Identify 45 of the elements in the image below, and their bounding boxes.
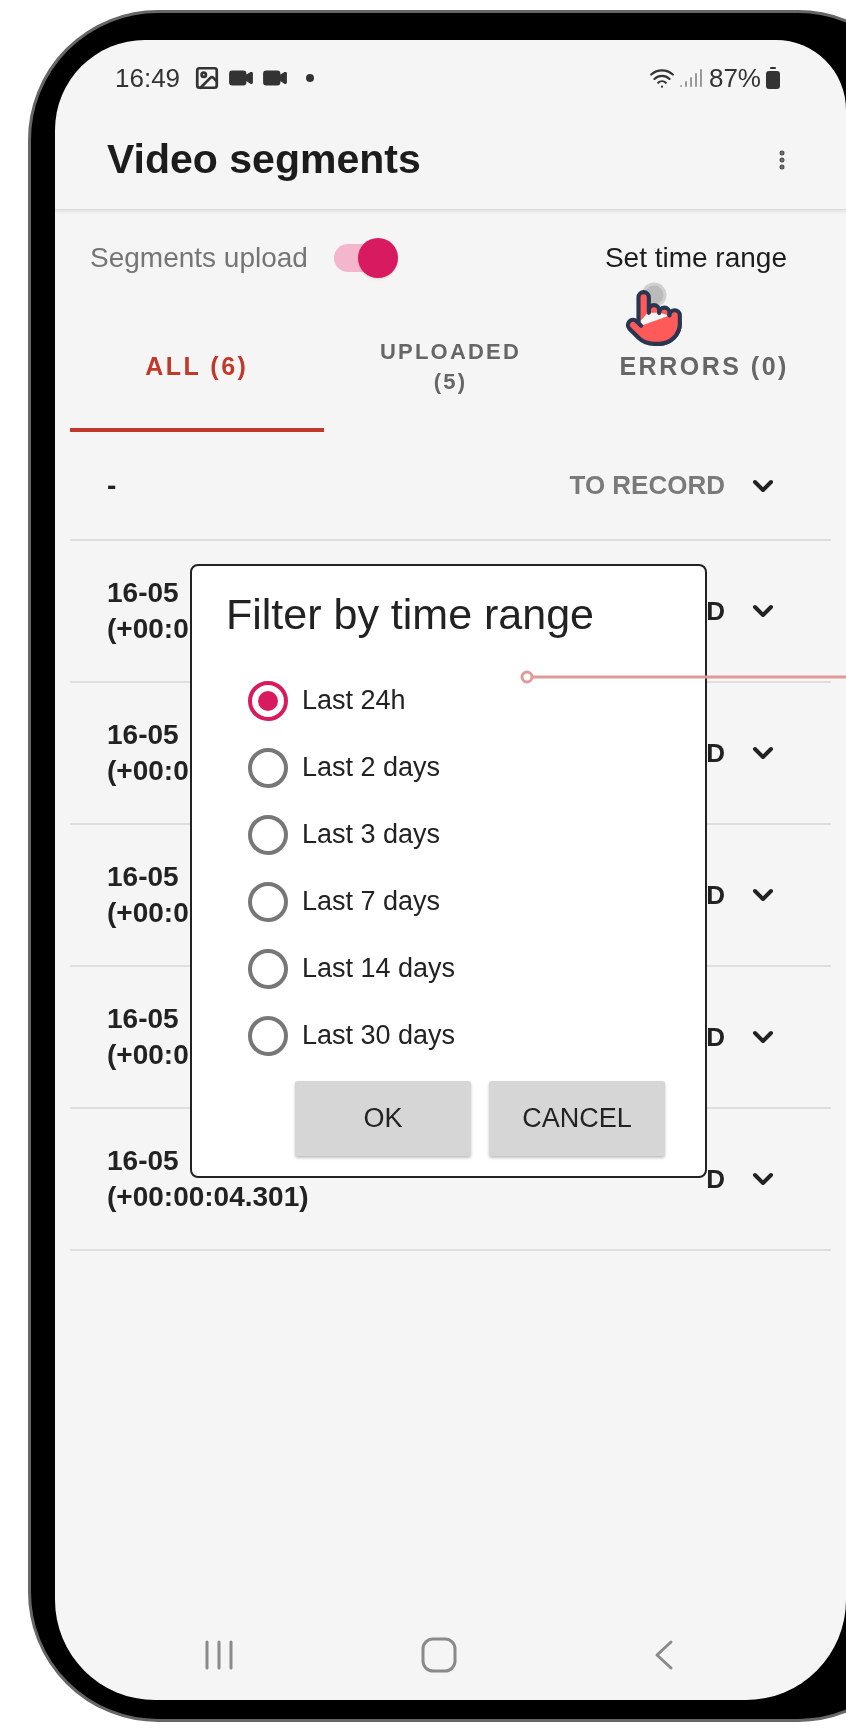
segment-text: 16-05 bbox=[107, 1002, 179, 1036]
segment-status: TO RECORD bbox=[569, 469, 725, 502]
recent-apps-icon[interactable] bbox=[203, 1639, 235, 1671]
segment-text: (+00:0 bbox=[107, 896, 189, 930]
segment-text: 16-05 bbox=[107, 1144, 179, 1178]
radio-button[interactable] bbox=[248, 680, 288, 721]
home-icon[interactable] bbox=[421, 1637, 457, 1673]
upload-label: Segments upload bbox=[90, 241, 308, 275]
radio-button[interactable] bbox=[248, 814, 288, 855]
time-range-option[interactable]: Last 7 days bbox=[248, 868, 441, 935]
segment-status: D bbox=[706, 1020, 725, 1054]
time-range-option[interactable]: Last 24h bbox=[248, 667, 406, 734]
segment-text: 16-05 bbox=[107, 860, 179, 894]
back-icon[interactable] bbox=[653, 1639, 675, 1671]
segment-status: D bbox=[706, 878, 725, 912]
time-range-option[interactable]: Last 14 days bbox=[248, 935, 456, 1002]
radio-button[interactable] bbox=[248, 747, 288, 788]
tab[interactable]: UPLOADED (5) bbox=[323, 306, 578, 432]
time-range-option[interactable]: Last 30 days bbox=[248, 1002, 456, 1069]
time-range-option[interactable]: Last 2 days bbox=[248, 734, 441, 801]
segment-text: - bbox=[107, 468, 117, 503]
segment-status: D bbox=[706, 1162, 725, 1196]
segment-text: (+00:00:04.301) bbox=[107, 1180, 309, 1214]
tab[interactable]: ALL (6) bbox=[70, 306, 324, 432]
battery-percent: 87% bbox=[708, 61, 761, 95]
status-time: 16:49 bbox=[115, 61, 181, 95]
screen-title: Video segments bbox=[107, 134, 422, 184]
time-range-option[interactable]: Last 3 days bbox=[248, 801, 441, 868]
dialog-button[interactable]: OK bbox=[295, 1081, 471, 1156]
set-time-range-link[interactable]: Set time range bbox=[604, 237, 787, 279]
radio-button[interactable] bbox=[248, 948, 288, 989]
segment-text: 16-05 bbox=[107, 718, 179, 752]
signal-icon bbox=[678, 66, 703, 90]
tab[interactable]: ERRORS (0) bbox=[577, 306, 831, 432]
segment-text: (+00:0 bbox=[107, 754, 189, 788]
radio-button[interactable] bbox=[248, 881, 288, 922]
segment-text: 16-05 bbox=[107, 576, 179, 610]
segment-text: (+00:0 bbox=[107, 1038, 189, 1072]
segment-status: D bbox=[706, 736, 725, 770]
dialog-button[interactable]: CANCEL bbox=[489, 1081, 665, 1156]
dialog-title: Filter by time range bbox=[226, 589, 595, 640]
segment-text: (+00:0 bbox=[107, 612, 189, 646]
radio-button[interactable] bbox=[248, 1015, 288, 1056]
segment-status: D bbox=[706, 594, 725, 628]
image-icon bbox=[194, 65, 221, 91]
